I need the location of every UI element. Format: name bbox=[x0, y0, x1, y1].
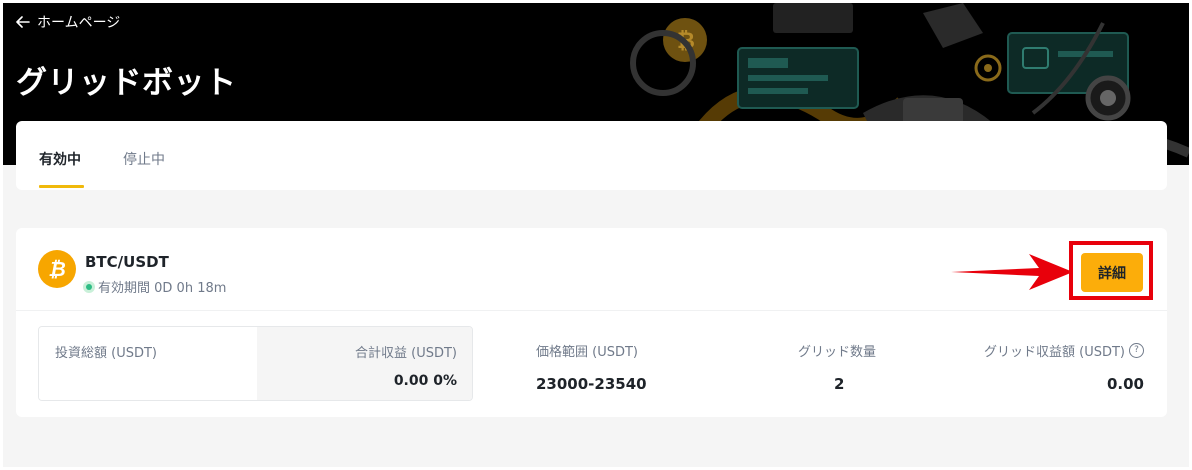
grid-profit-label: グリッド収益額 (USDT) bbox=[984, 345, 1125, 360]
total-profit-value: 0.00 0% bbox=[393, 373, 457, 389]
grid-count-label: グリッド数量 bbox=[798, 345, 877, 360]
question-circle-icon[interactable]: ? bbox=[1129, 343, 1144, 358]
card-divider bbox=[16, 310, 1167, 311]
active-tab-indicator bbox=[39, 185, 84, 188]
grid-count-value: 2 bbox=[834, 375, 845, 393]
total-profit-panel: 合計収益 (USDT) 0.00 0% bbox=[257, 327, 472, 400]
page-frame: ₿ ホームページ グリッドボット 有効中 停止中 ₿ BTC/USDT 有効期間… bbox=[3, 3, 1189, 467]
btc-coin-symbol: ₿ bbox=[48, 257, 66, 281]
page-title: グリッドボット bbox=[16, 65, 237, 101]
tab-active[interactable]: 有効中 bbox=[39, 149, 81, 169]
back-link-label: ホームページ bbox=[37, 15, 121, 31]
total-profit-label: 合計収益 (USDT) bbox=[355, 346, 457, 361]
btc-coin-icon: ₿ bbox=[38, 250, 76, 288]
grid-profit-label-row: グリッド収益額 (USDT) ? bbox=[984, 341, 1144, 360]
status-dot-icon bbox=[83, 280, 95, 293]
price-range-label: 価格範囲 (USDT) bbox=[536, 345, 638, 360]
bot-status: 有効期間 0D 0h 18m bbox=[83, 277, 226, 296]
investment-profit-box: 投資総額 (USDT) 合計収益 (USDT) 0.00 0% bbox=[38, 326, 473, 401]
price-range-value: 23000-23540 bbox=[536, 375, 647, 393]
back-link[interactable]: ホームページ bbox=[16, 12, 120, 32]
investment-label: 投資総額 (USDT) bbox=[55, 346, 157, 361]
investment-panel: 投資総額 (USDT) bbox=[39, 327, 257, 400]
tab-stopped[interactable]: 停止中 bbox=[123, 149, 165, 169]
trading-pair: BTC/USDT bbox=[85, 253, 169, 271]
status-duration: 有効期間 0D 0h 18m bbox=[98, 281, 227, 296]
bot-card: ₿ BTC/USDT 有効期間 0D 0h 18m 詳細 投資総額 (USDT)… bbox=[16, 228, 1167, 417]
grid-profit-value: 0.00 bbox=[1106, 375, 1144, 393]
tabs-card: 有効中 停止中 bbox=[16, 121, 1167, 190]
detail-button[interactable]: 詳細 bbox=[1081, 253, 1143, 292]
arrow-left-icon bbox=[16, 16, 30, 28]
red-arrow-icon bbox=[951, 254, 1073, 290]
